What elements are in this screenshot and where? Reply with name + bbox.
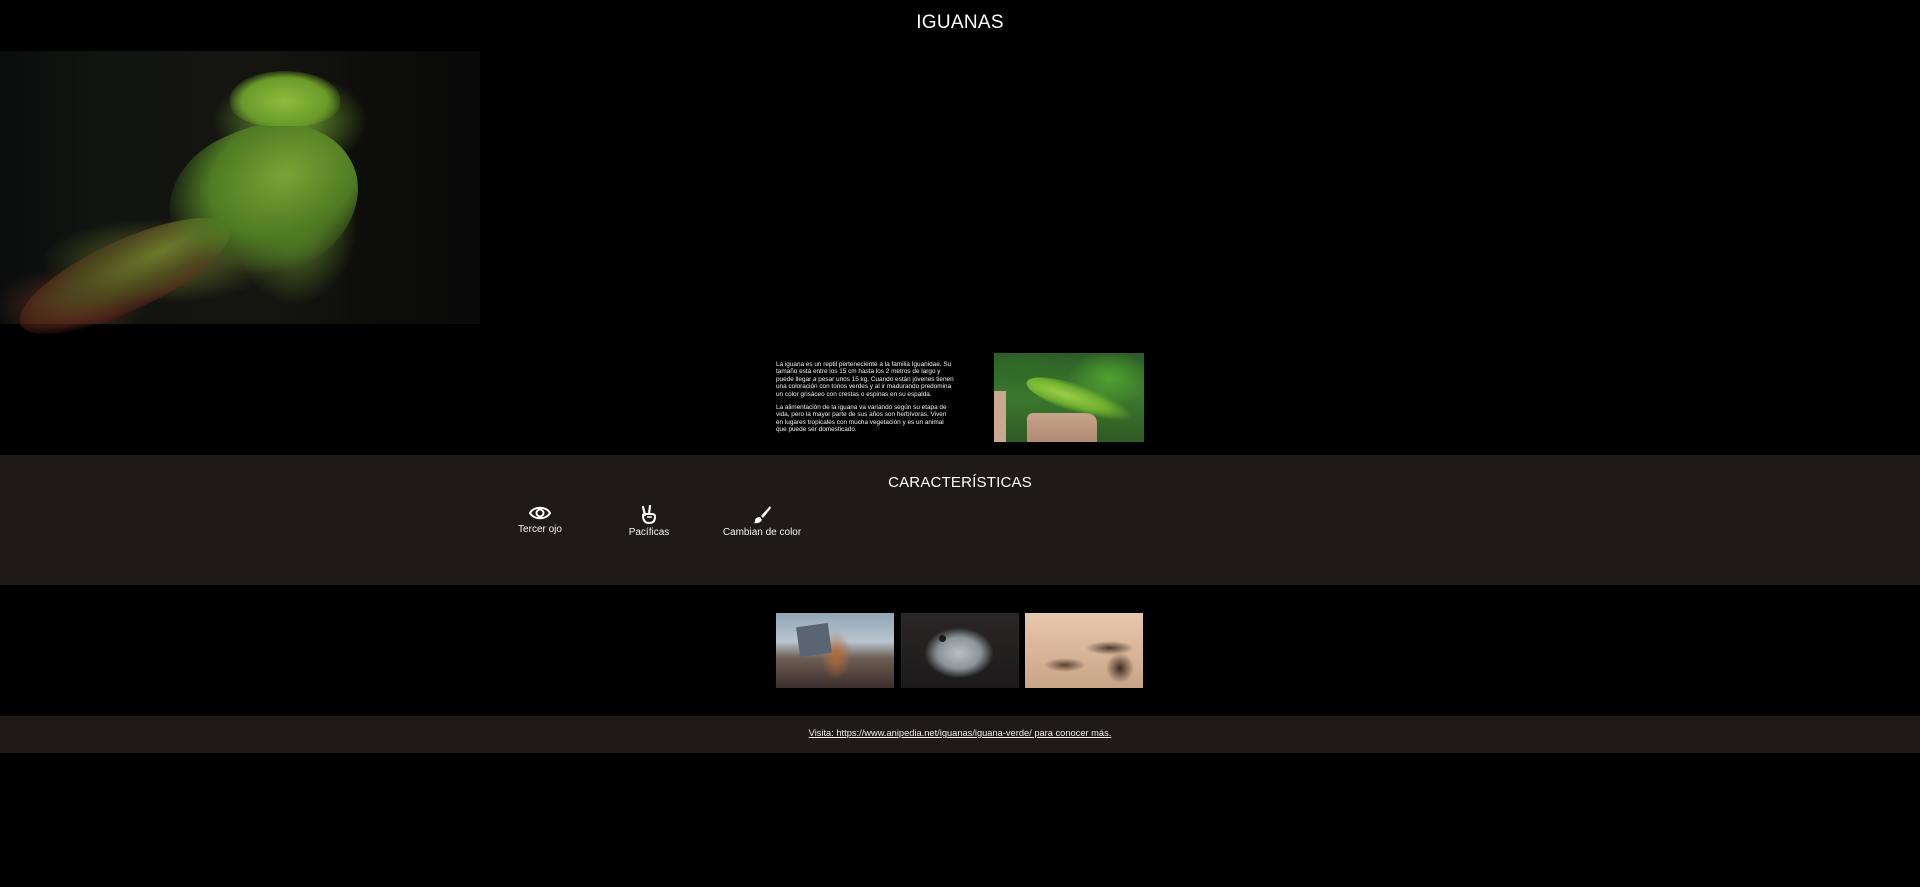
feature-third-eye: Tercer ojo (510, 505, 570, 535)
gallery-image-iguanas-sand (1025, 613, 1143, 688)
paintbrush-icon (753, 506, 771, 524)
features-title: CARACTERÍSTICAS (888, 474, 1032, 491)
footer: Visita: https://www.anipedia.net/iguanas… (0, 716, 1920, 753)
hero-image (0, 51, 480, 357)
feature-change-color: Cambian de color (717, 505, 807, 538)
gallery-image-iguana-beach (776, 613, 894, 688)
feature-peaceful: Pacíficas (620, 505, 678, 538)
intro-paragraph: La iguana es un reptil perteneciente a l… (776, 361, 954, 398)
footer-link[interactable]: Visita: https://www.anipedia.net/iguanas… (0, 728, 1920, 738)
feature-label: Tercer ojo (518, 524, 562, 535)
page-title: IGUANAS (916, 12, 1004, 33)
gallery-image-iguana-head (901, 613, 1019, 688)
eye-icon (529, 506, 551, 520)
intro-paragraph: La alimentación de la iguana va variando… (776, 404, 947, 434)
features-section: CARACTERÍSTICAS Tercer ojo Pacíficas Cam… (0, 455, 1920, 585)
intro-iguana-image (994, 353, 1144, 442)
feature-label: Pacíficas (628, 527, 670, 538)
intro-text: La iguana es un reptil perteneciente a l… (776, 361, 954, 440)
peace-hand-icon (641, 505, 657, 524)
feature-label: Cambian de color (722, 527, 802, 538)
